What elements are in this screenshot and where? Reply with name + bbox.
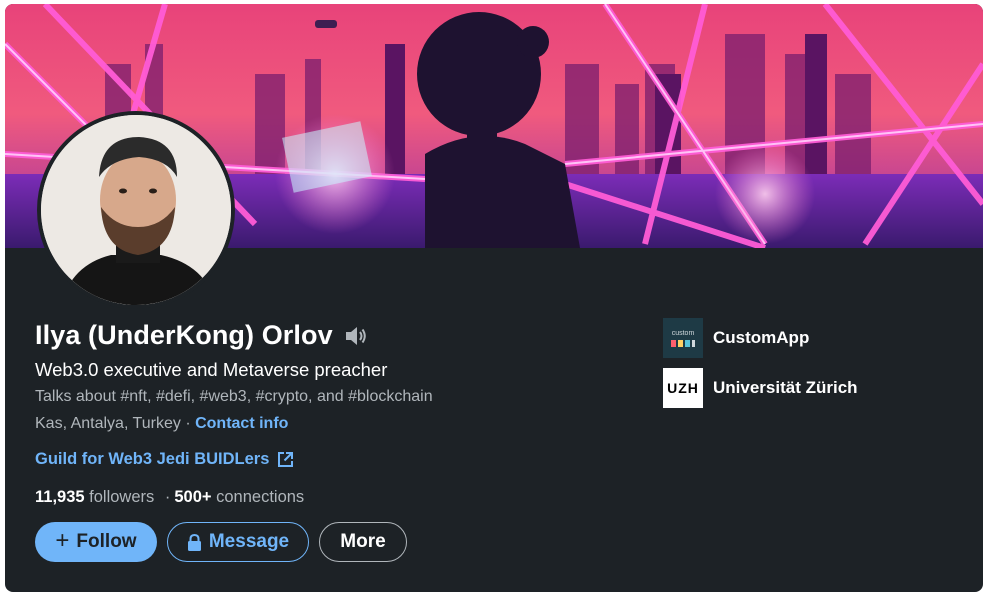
message-label: Message bbox=[208, 531, 290, 552]
uzh-logo: UZH bbox=[663, 368, 703, 408]
connections-count: 500+ bbox=[174, 488, 212, 506]
talks-about: Talks about #nft, #defi, #web3, #crypto,… bbox=[35, 388, 433, 405]
connections-label: connections bbox=[216, 488, 305, 506]
speaker-icon[interactable] bbox=[343, 323, 369, 349]
website-link[interactable]: Guild for Web3 Jedi BUIDLers bbox=[35, 450, 269, 469]
experience-name: Universität Zürich bbox=[713, 378, 858, 397]
customapp-logo: custom bbox=[663, 318, 703, 358]
contact-info-link[interactable]: Contact info bbox=[195, 415, 288, 432]
profile-avatar[interactable] bbox=[37, 111, 235, 309]
plus-icon: + bbox=[55, 527, 70, 554]
lock-icon bbox=[187, 533, 202, 551]
experience-item-uzh[interactable]: UZH Universität Zürich bbox=[663, 368, 858, 408]
followers-count: 11,935 bbox=[35, 488, 85, 506]
location-separator: · bbox=[185, 415, 191, 432]
profile-headline: Web3.0 executive and Metaverse preacher bbox=[35, 359, 388, 380]
profile-card: Ilya (UnderKong) Orlov Web3.0 executive … bbox=[5, 4, 983, 592]
profile-actions: + Follow Message More bbox=[35, 522, 407, 562]
website-link-row[interactable]: Guild for Web3 Jedi BUIDLers bbox=[35, 450, 294, 469]
follow-label: Follow bbox=[76, 531, 137, 552]
follow-button[interactable]: + Follow bbox=[35, 522, 157, 562]
profile-location: Kas, Antalya, Turkey bbox=[35, 415, 181, 432]
experience-name: CustomApp bbox=[713, 328, 810, 347]
message-button[interactable]: Message bbox=[167, 522, 309, 562]
more-label: More bbox=[340, 531, 386, 552]
network-stats: 11,935 followers · 500+ connections bbox=[35, 488, 304, 507]
followers-label: followers bbox=[89, 488, 155, 506]
external-link-icon bbox=[277, 451, 294, 468]
stats-separator: · bbox=[164, 488, 171, 506]
experience-item-customapp[interactable]: custom CustomApp bbox=[663, 318, 858, 358]
svg-text:custom: custom bbox=[672, 330, 695, 337]
profile-name: Ilya (UnderKong) Orlov bbox=[35, 320, 333, 350]
experience-list: custom CustomApp UZH Universität Zürich bbox=[663, 318, 858, 418]
more-button[interactable]: More bbox=[319, 522, 407, 562]
